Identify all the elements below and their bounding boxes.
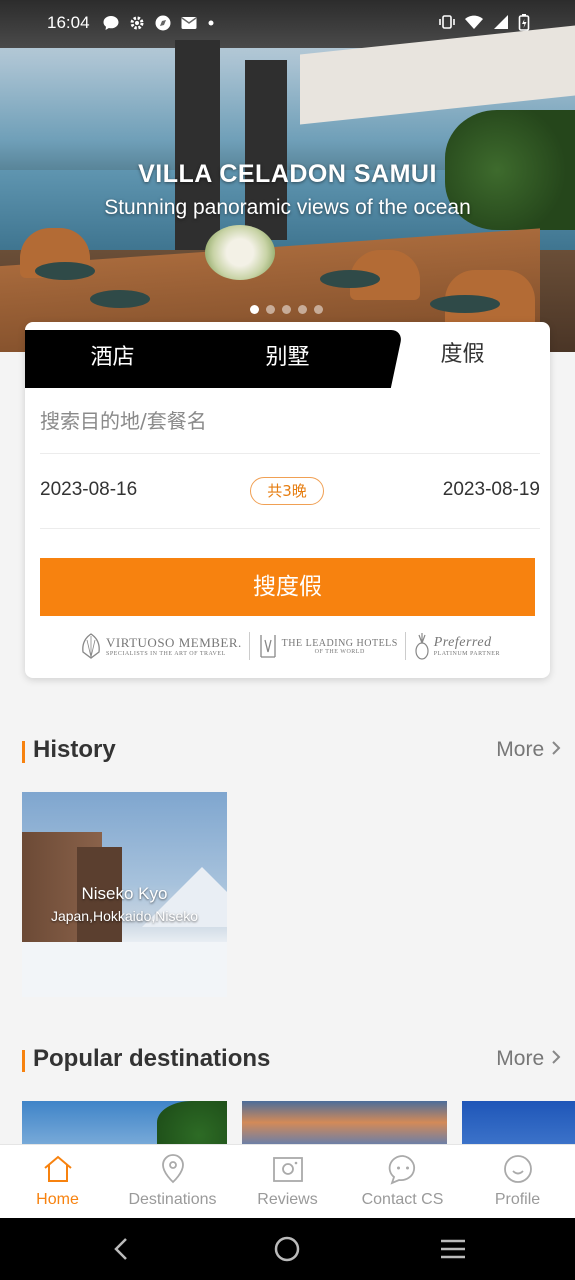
chevron-right-icon (552, 741, 561, 755)
lhw-tagline: OF THE WORLD (314, 648, 365, 655)
recents-icon[interactable] (438, 1234, 468, 1264)
status-time: 16:04 (47, 13, 90, 32)
nav-profile[interactable]: Profile (460, 1145, 575, 1219)
carousel-dot[interactable] (266, 305, 275, 314)
section-accent-bar (22, 1050, 25, 1072)
history-section-header: History More (22, 736, 562, 770)
history-card[interactable]: Niseko Kyo Japan,Hokkaido,Niseko (22, 792, 227, 997)
home-icon (44, 1155, 72, 1182)
chat-bubble-icon (388, 1155, 416, 1185)
hero-plate (320, 270, 380, 288)
destination-card[interactable] (22, 1101, 227, 1144)
virtuoso-logo: VIRTUOSO MEMBER. SPECIALISTS IN THE ART … (80, 632, 242, 660)
gear-icon (130, 16, 144, 30)
partner-logos: VIRTUOSO MEMBER. SPECIALISTS IN THE ART … (80, 628, 500, 664)
history-more-link[interactable]: More (496, 738, 562, 762)
nav-home[interactable]: Home (0, 1145, 115, 1219)
date-range-selector[interactable]: 2023-08-16 共3晚 2023-08-19 (40, 455, 540, 529)
hero-banner[interactable]: VILLA CELADON SAMUI Stunning panoramic v… (0, 0, 575, 352)
check-out-date[interactable]: 2023-08-19 (443, 479, 540, 501)
back-icon[interactable] (106, 1234, 136, 1264)
carousel-dot[interactable] (314, 305, 323, 314)
lhw-logo: THE LEADING HOTELS OF THE WORLD (258, 632, 398, 660)
check-in-date[interactable]: 2023-08-16 (40, 479, 137, 501)
tab-villa[interactable]: 别墅 (200, 330, 375, 388)
nav-profile-label: Profile (494, 1191, 541, 1208)
history-title: History (33, 736, 116, 763)
category-tabs: 酒店 别墅 度假 (25, 322, 550, 388)
pineapple-icon (415, 633, 429, 660)
card-snow (22, 942, 227, 997)
status-bar: 16:04 (0, 0, 575, 46)
preferred-tagline: PLATINUM PARTNER (433, 651, 500, 657)
carousel-indicator[interactable] (250, 305, 323, 314)
mail-icon (181, 17, 197, 29)
status-right-icons (438, 13, 530, 31)
status-left-icons (102, 14, 216, 32)
nav-destinations[interactable]: Destinations (115, 1145, 230, 1219)
nav-destinations-label: Destinations (128, 1191, 217, 1208)
carousel-dot[interactable] (282, 305, 291, 314)
dot-icon (208, 20, 214, 26)
preferred-name: Preferred (433, 635, 492, 650)
hero-subtitle: Stunning panoramic views of the ocean (104, 196, 471, 219)
carousel-dot[interactable] (298, 305, 307, 314)
destination-card[interactable] (242, 1101, 447, 1144)
partner-divider (405, 632, 407, 660)
chevron-right-icon (552, 1050, 561, 1064)
bottom-navigation: Home Destinations Reviews Contact CS Pro… (0, 1144, 575, 1218)
nav-reviews[interactable]: Reviews (230, 1145, 345, 1219)
battery-icon (518, 14, 530, 31)
carousel-dot[interactable] (250, 305, 259, 314)
hero-title: VILLA CELADON SAMUI (138, 160, 437, 188)
nav-reviews-label: Reviews (257, 1191, 318, 1208)
nav-contact-cs[interactable]: Contact CS (345, 1145, 460, 1219)
system-navigation-bar (0, 1218, 575, 1280)
partner-divider (249, 632, 251, 660)
hero-plate (90, 290, 150, 308)
compass-icon (155, 15, 171, 31)
lhw-emblem-icon (259, 635, 276, 658)
camera-icon (273, 1157, 303, 1182)
destination-search-input[interactable]: 搜索目的地/套餐名 (40, 388, 540, 454)
preferred-logo: Preferred PLATINUM PARTNER (414, 631, 500, 661)
popular-title: Popular destinations (33, 1045, 271, 1072)
more-label[interactable]: More (496, 1047, 544, 1070)
section-accent-bar (22, 741, 25, 763)
search-card: 酒店 别墅 度假 搜索目的地/套餐名 2023-08-16 共3晚 2023-0… (25, 322, 550, 678)
search-vacation-button[interactable]: 搜度假 (40, 558, 535, 616)
hero-plate (35, 262, 95, 280)
vibrate-icon (439, 15, 455, 29)
nav-home-label: Home (36, 1191, 79, 1208)
virtuoso-tagline: SPECIALISTS IN THE ART OF TRAVEL (106, 651, 226, 657)
location-pin-icon (162, 1154, 184, 1184)
popular-section-header: Popular destinations More (22, 1045, 562, 1079)
history-item-name: Niseko Kyo (81, 884, 168, 903)
destination-card[interactable] (462, 1101, 575, 1144)
nav-contact-cs-label: Contact CS (361, 1191, 444, 1208)
signal-icon (494, 15, 508, 29)
home-circle-icon[interactable] (272, 1234, 302, 1264)
virtuoso-name: VIRTUOSO MEMBER. (106, 635, 242, 650)
history-item-location: Japan,Hokkaido,Niseko (50, 908, 199, 924)
tab-hotel[interactable]: 酒店 (25, 330, 200, 388)
nights-badge: 共3晚 (250, 477, 324, 505)
more-label[interactable]: More (496, 738, 544, 761)
shell-icon (82, 633, 100, 659)
wifi-icon (465, 15, 483, 29)
tab-vacation[interactable]: 度假 (375, 322, 550, 388)
chat-icon (103, 16, 119, 30)
lhw-name: THE LEADING HOTELS (281, 637, 398, 649)
hero-flowers (205, 225, 275, 280)
hero-plate (430, 295, 500, 313)
smiley-icon (504, 1155, 532, 1183)
popular-more-link[interactable]: More (496, 1047, 562, 1071)
